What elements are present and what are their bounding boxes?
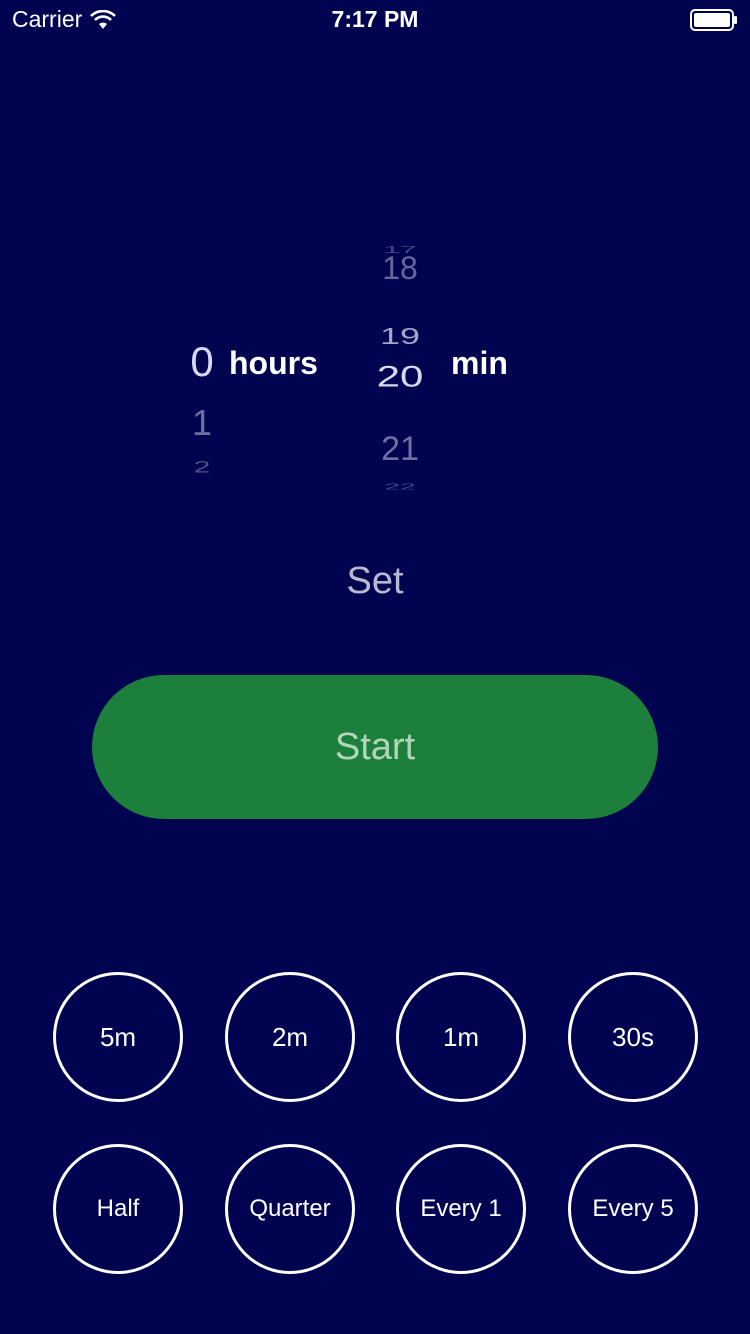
status-time: 7:17 PM: [331, 6, 419, 32]
minutes-label: min: [451, 345, 508, 381]
minutes-option: 19: [379, 322, 421, 350]
minutes-option: 21: [381, 430, 419, 468]
preset-every-5-button[interactable]: Every 5: [568, 1144, 698, 1274]
preset-30s-button[interactable]: 30s: [568, 972, 698, 1102]
start-button[interactable]: Start: [92, 675, 658, 819]
minutes-selected: 20: [376, 360, 424, 393]
preset-every-1-button[interactable]: Every 1: [396, 1144, 526, 1274]
set-label[interactable]: Set: [0, 560, 750, 603]
hours-option: 2: [193, 458, 211, 477]
preset-quarter-button[interactable]: Quarter: [225, 1144, 355, 1274]
preset-5m-button[interactable]: 5m: [53, 972, 183, 1102]
hours-picker[interactable]: 0 1 2: [176, 300, 228, 490]
minutes-option: 18: [382, 250, 418, 286]
preset-2m-button[interactable]: 2m: [225, 972, 355, 1102]
preset-1m-button[interactable]: 1m: [396, 972, 526, 1102]
battery-icon: [690, 9, 737, 31]
minutes-picker[interactable]: 17 18 19 20 21 22: [365, 220, 435, 500]
hours-selected: 0: [190, 338, 214, 385]
hours-option: 1: [191, 402, 213, 443]
minutes-option: 22: [384, 482, 416, 492]
preset-half-button[interactable]: Half: [53, 1144, 183, 1274]
status-bar: Carrier 7:17 PM: [0, 0, 750, 40]
hours-label: hours: [229, 345, 318, 381]
